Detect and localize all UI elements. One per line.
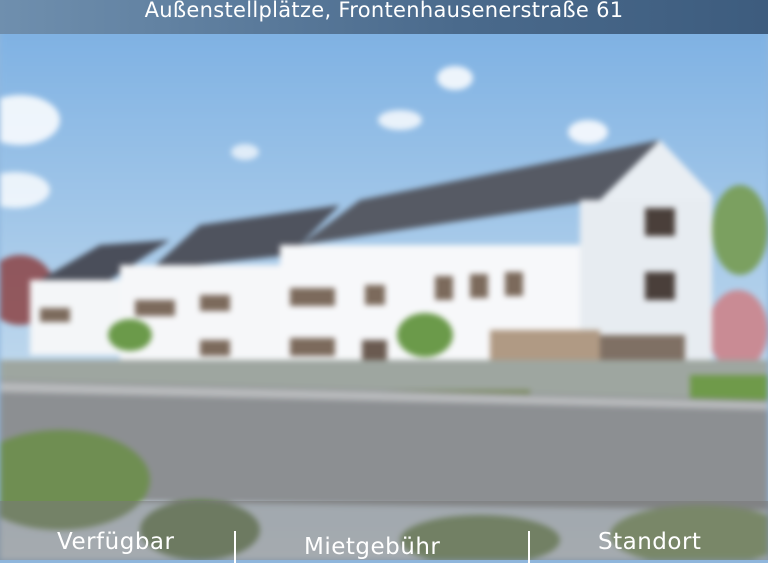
tab-bar: Verfügbar Mietgebühr Standort <box>0 501 768 563</box>
tab-mietgebuehr[interactable]: Mietgebühr <box>304 534 440 560</box>
tab-divider <box>234 531 236 563</box>
title-bar: Außenstellplätze, Frontenhausenerstraße … <box>0 0 768 34</box>
building-rendering-image <box>0 0 768 560</box>
page-title: Außenstellplätze, Frontenhausenerstraße … <box>144 0 624 22</box>
tab-standort[interactable]: Standort <box>598 529 701 555</box>
tab-divider <box>528 531 530 563</box>
tab-verfuegbar[interactable]: Verfügbar <box>57 529 174 555</box>
